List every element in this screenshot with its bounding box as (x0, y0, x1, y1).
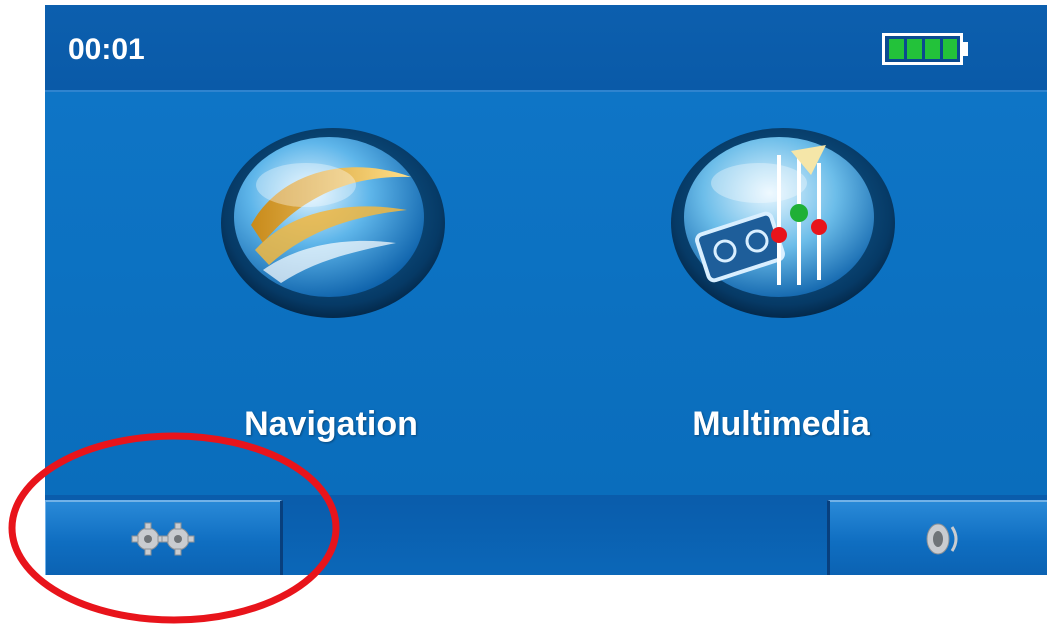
battery-full-icon (882, 33, 968, 65)
multimedia-icon (671, 128, 895, 318)
highlight-annotation-ellipse (8, 432, 340, 624)
multimedia-label: Multimedia (692, 405, 870, 443)
navigation-button[interactable]: Navigation (211, 115, 451, 465)
clock: 00:01 (68, 33, 145, 66)
speaker-icon (926, 523, 958, 555)
navigation-icon (221, 128, 445, 318)
volume-button[interactable] (827, 500, 1047, 575)
status-bar: 00:01 (45, 5, 1047, 92)
multimedia-button[interactable]: Multimedia (661, 115, 901, 465)
